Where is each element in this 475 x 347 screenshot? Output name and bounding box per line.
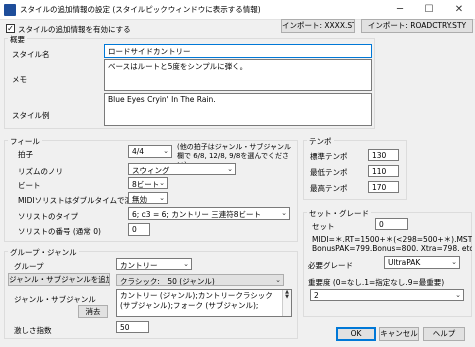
chevron-down-icon: ⌄: [159, 179, 165, 187]
enable-info-checkbox[interactable]: ✓: [6, 24, 15, 33]
chevron-down-icon: ⌄: [183, 260, 189, 268]
importance-value: 2: [314, 291, 319, 300]
style-example-input[interactable]: Blue Eyes Cryin' In The Rain.: [104, 93, 372, 126]
standard-tempo-input[interactable]: 130: [368, 149, 399, 161]
set-label: セット: [312, 222, 335, 231]
close-button[interactable]: ✕: [444, 0, 474, 20]
feel-title: フィール: [8, 136, 42, 147]
add-genre-button[interactable]: ジャンル・サブジャンルを追加: [8, 273, 110, 286]
beat-value: 8ビート: [132, 180, 160, 189]
cancel-button[interactable]: キャンセル: [379, 327, 419, 341]
chevron-down-icon: ⌄: [451, 258, 457, 266]
style-example-label: スタイル例: [12, 111, 50, 120]
minimize-button[interactable]: ─: [385, 0, 415, 20]
import-roadctry-button[interactable]: インポート: ROADCTRY.STY: [361, 19, 473, 33]
standard-tempo-label: 標準テンポ: [310, 152, 348, 161]
set-grade-title: セット・グレード: [307, 208, 371, 219]
soloist-type-label: ソリストのタイプ: [18, 212, 78, 221]
time-signature-value: 4/4: [132, 147, 145, 156]
rhythm-value: スウィング: [132, 166, 170, 175]
delete-genre-button[interactable]: 消去: [78, 305, 108, 318]
max-tempo-label: 最高テンポ: [310, 184, 348, 193]
chevron-down-icon: ⌄: [275, 276, 281, 284]
group-select[interactable]: カントリー ⌄: [116, 258, 192, 270]
chevron-down-icon: ⌄: [455, 291, 461, 299]
group-value: カントリー: [120, 261, 158, 270]
genre-select-value: クラシック: 50 (ジャンル): [120, 277, 215, 286]
soloist-type-value: 6; c3 = 6; カントリー 三連符8ビート: [132, 210, 261, 219]
soloist-number-label: ソリストの番号 (通常 0): [18, 227, 101, 236]
max-tempo-input[interactable]: 170: [368, 181, 399, 193]
required-grade-label: 必要グレード: [308, 261, 353, 270]
app-icon: [4, 4, 16, 16]
beat-label: ビート: [18, 181, 41, 190]
midi-soloist-select[interactable]: 無効 ⌄: [128, 192, 168, 204]
genre-subgenre-label: ジャンル・サブジャンル: [14, 295, 96, 304]
overview-title: 概要: [8, 34, 27, 45]
ok-button[interactable]: OK: [336, 327, 376, 341]
time-signature-select[interactable]: 4/4 ⌄: [128, 145, 172, 158]
genre-select[interactable]: クラシック: 50 (ジャンル) ⌄: [116, 274, 284, 286]
scroll-arrows-icon[interactable]: ▲ ▼: [282, 290, 291, 316]
midi-soloist-label: MIDIソリストはダブルタイムで演奏: [18, 196, 140, 205]
title-bar: スタイルの追加情報の設定 (スタイルピックウィンドウに表示する情報) ─ ☐ ✕: [0, 0, 475, 20]
beat-select[interactable]: 8ビート ⌄: [128, 177, 168, 189]
import-xxxx-button[interactable]: インポート: XXXX.STY: [281, 19, 355, 33]
importance-select[interactable]: 2 ⌄: [310, 289, 464, 301]
soloist-number-input[interactable]: 0: [128, 223, 150, 236]
group-label: グループ: [14, 262, 44, 271]
intensity-input[interactable]: 50: [116, 321, 149, 333]
time-signature-label: 拍子: [18, 150, 33, 159]
genre-title: グループ・ジャンル: [8, 247, 79, 258]
midi-soloist-value: 無効: [132, 195, 147, 204]
genre-list-text: カントリー (ジャンル);カントリークラシック (サブジャンル);フォーク (サ…: [120, 291, 273, 310]
chevron-down-icon: ⌄: [281, 209, 287, 217]
min-tempo-label: 最低テンポ: [310, 168, 348, 177]
chevron-down-icon: ⌄: [227, 165, 233, 173]
help-button[interactable]: ヘルプ: [423, 327, 465, 341]
set-info-line2: BonusPAK=799.Bonus=800. Xtra=798. etc.=9…: [312, 244, 472, 253]
style-name-input[interactable]: ロードサイドカントリー: [104, 44, 372, 58]
style-name-label: スタイル名: [12, 50, 50, 59]
tempo-title: テンポ: [307, 136, 334, 147]
rhythm-label: リズムのノリ: [18, 167, 63, 176]
importance-label: 重要度 (0=なし.1=指定なし.9=最重要): [308, 278, 445, 287]
memo-input[interactable]: ベースはルートと5度をシンプルに弾く。: [104, 59, 372, 91]
chevron-down-icon: ⌄: [159, 194, 165, 202]
memo-label: メモ: [12, 75, 27, 84]
enable-info-label: スタイルの追加情報を有効にする: [18, 25, 131, 34]
min-tempo-input[interactable]: 110: [368, 165, 399, 177]
genre-list-box[interactable]: カントリー (ジャンル);カントリークラシック (サブジャンル);フォーク (サ…: [116, 289, 292, 317]
required-grade-select[interactable]: UltraPAK ⌄: [384, 256, 460, 269]
required-grade-value: UltraPAK: [388, 258, 421, 267]
rhythm-select[interactable]: スウィング ⌄: [128, 163, 236, 175]
soloist-type-select[interactable]: 6; c3 = 6; カントリー 三連符8ビート ⌄: [128, 207, 290, 220]
chevron-down-icon: ⌄: [163, 147, 169, 155]
intensity-label: 激しさ指数: [14, 326, 52, 335]
set-input[interactable]: 0: [375, 218, 408, 230]
window-title: スタイルの追加情報の設定 (スタイルピックウィンドウに表示する情報): [20, 5, 261, 14]
maximize-button[interactable]: ☐: [414, 0, 444, 20]
